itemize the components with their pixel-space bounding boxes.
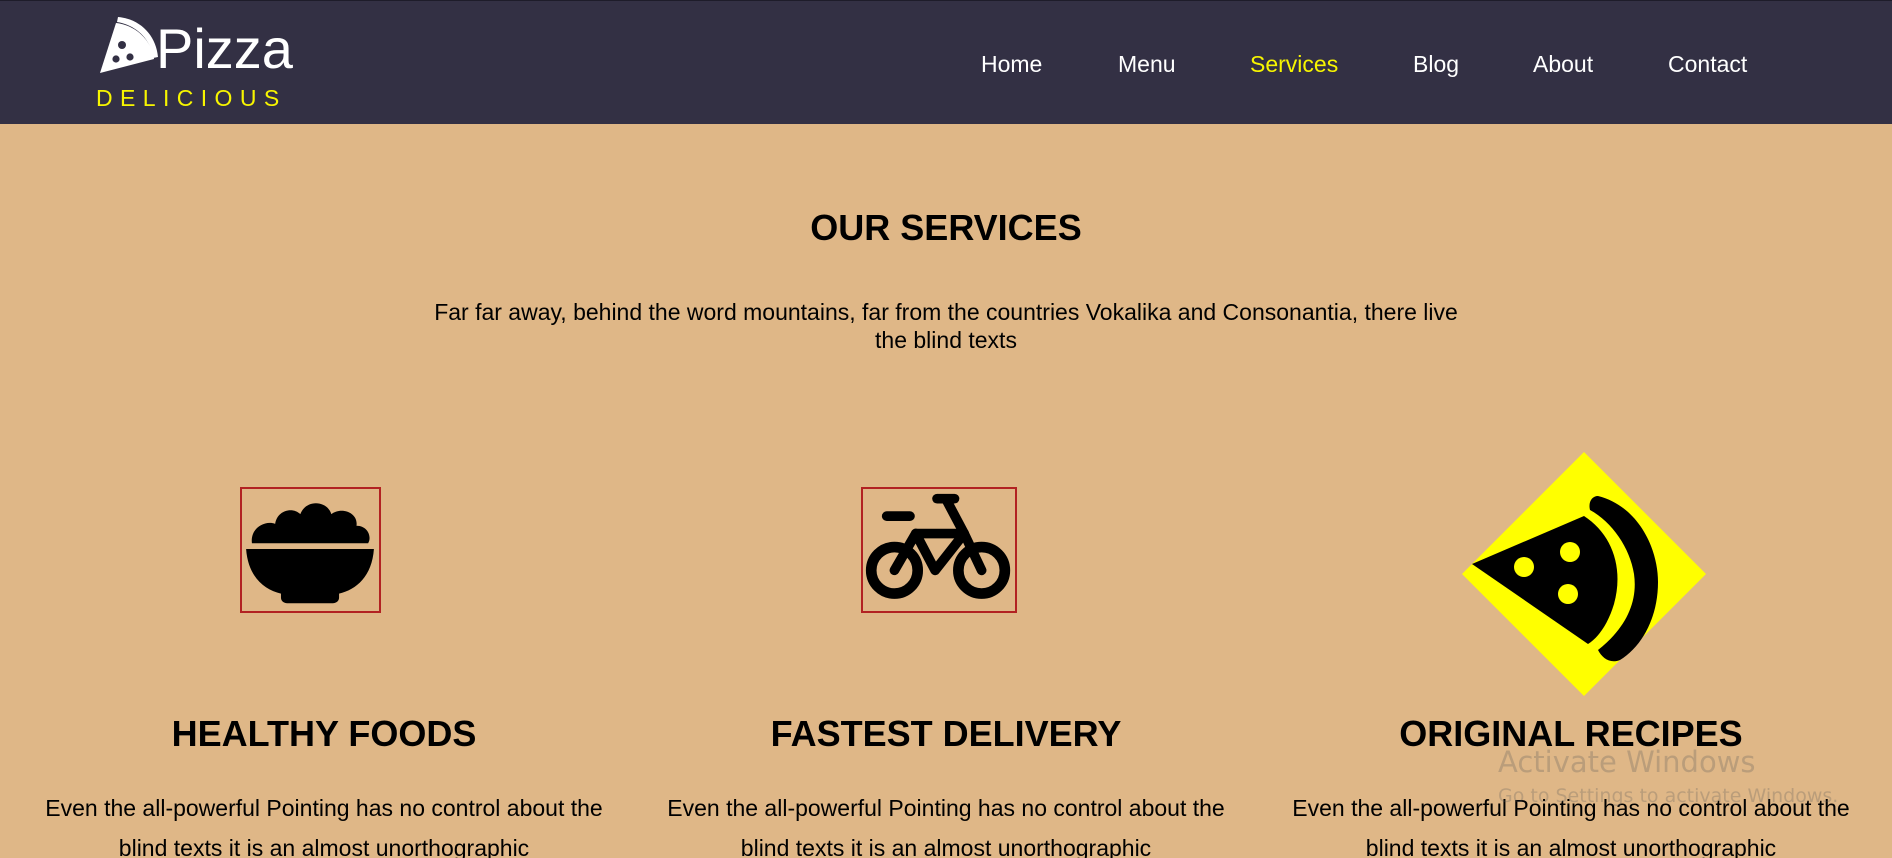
section-description: Far far away, behind the word mountains,… [434, 299, 1458, 353]
card-text-healthy-foods: Even the all-powerful Pointing has no co… [45, 795, 603, 858]
bowl-icon [240, 487, 381, 613]
card-text-fastest-delivery: Even the all-powerful Pointing has no co… [667, 795, 1225, 858]
nav-item-contact[interactable]: Contact [1668, 47, 1747, 81]
main-nav: Home Menu Services Blog About Contact [0, 47, 1892, 81]
bicycle-icon [861, 487, 1017, 613]
nav-item-about[interactable]: About [1533, 47, 1593, 81]
brand-subtitle: DELICIOUS [96, 85, 287, 111]
nav-item-services[interactable]: Services [1250, 47, 1338, 81]
nav-item-menu[interactable]: Menu [1118, 47, 1176, 81]
nav-item-blog[interactable]: Blog [1413, 47, 1459, 81]
page: Pizza DELICIOUS Home Menu Services Blog … [0, 0, 1892, 858]
activate-windows-title: Activate Windows [1498, 745, 1756, 779]
activate-windows-subtitle: Go to Settings to activate Windows. [1498, 785, 1839, 807]
site-header: Pizza DELICIOUS Home Menu Services Blog … [0, 0, 1892, 124]
card-title-healthy-foods: HEALTHY FOODS [171, 713, 477, 754]
section-title: OUR SERVICES [810, 207, 1082, 248]
card-title-fastest-delivery: FASTEST DELIVERY [770, 713, 1122, 754]
nav-item-home[interactable]: Home [981, 47, 1042, 81]
pizza-slice-icon [1462, 452, 1706, 696]
